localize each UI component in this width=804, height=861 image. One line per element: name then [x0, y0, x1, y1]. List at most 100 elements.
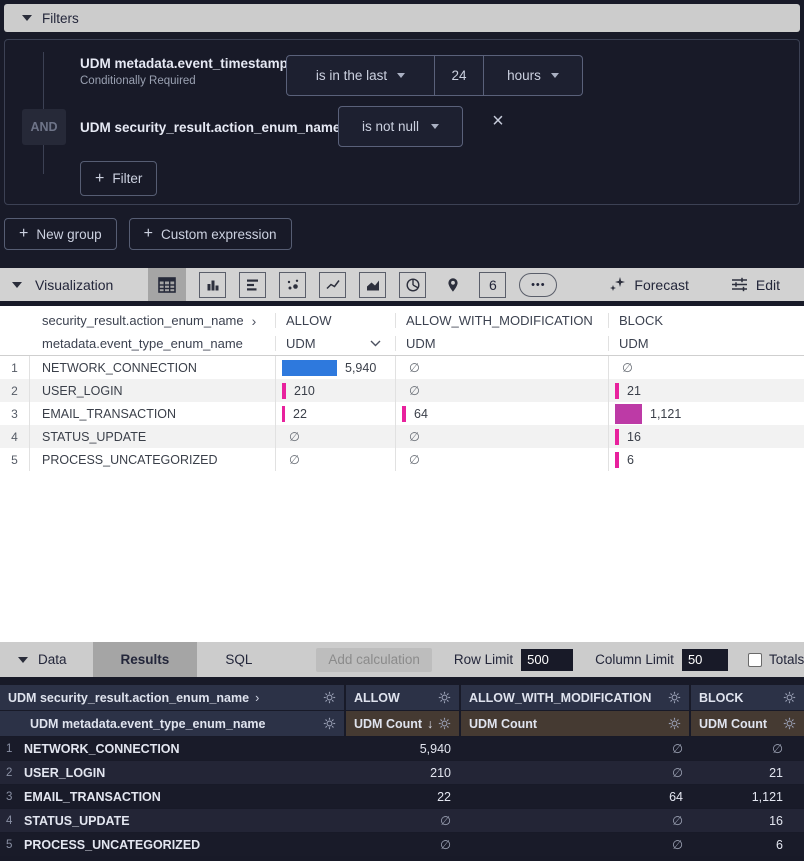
results-pivot-value-allow[interactable]: ALLOW — [346, 685, 459, 710]
column-limit-input[interactable] — [682, 649, 728, 671]
dimension-value[interactable]: EMAIL_TRANSACTION — [22, 790, 344, 804]
value-cell[interactable]: 1,121 — [689, 790, 804, 804]
dimension-value[interactable]: PROCESS_UNCATEGORIZED — [22, 838, 344, 852]
value-cell[interactable]: 16 — [689, 814, 804, 828]
filter-1-operator-dropdown[interactable]: is in the last — [286, 55, 435, 96]
viz-type-pie-chart-icon[interactable] — [399, 272, 426, 298]
null-value-cell[interactable]: ∅ — [395, 425, 608, 448]
gear-icon[interactable] — [783, 717, 796, 730]
viz-pivot-value-allow[interactable]: ALLOW — [275, 313, 395, 328]
filter-2-operator-dropdown[interactable]: is not null — [338, 106, 463, 147]
dimension-value[interactable]: USER_LOGIN — [22, 766, 344, 780]
null-value-cell[interactable]: ∅ — [395, 379, 608, 402]
dimension-value[interactable]: EMAIL_TRANSACTION — [30, 407, 275, 421]
edit-button[interactable]: Edit — [731, 276, 780, 293]
value-cell[interactable]: 64 — [459, 790, 689, 804]
viz-type-area-chart-icon[interactable] — [359, 272, 386, 298]
dimension-value[interactable]: STATUS_UPDATE — [22, 814, 344, 828]
dimension-value[interactable]: PROCESS_UNCATEGORIZED — [30, 453, 275, 467]
chevron-down-icon[interactable] — [370, 340, 381, 347]
null-value-cell[interactable]: ∅ — [689, 741, 804, 756]
value-cell[interactable]: 22 — [275, 402, 395, 425]
results-measure-header-allow[interactable]: UDM Count ↓ — [346, 711, 459, 736]
null-value-cell[interactable]: ∅ — [459, 813, 689, 828]
value-cell[interactable]: 210 — [344, 766, 459, 780]
column-limit-label: Column Limit — [595, 652, 674, 667]
viz-type-bar-chart-icon[interactable] — [239, 272, 266, 298]
chevron-right-icon[interactable]: › — [255, 691, 259, 705]
null-value-cell[interactable]: ∅ — [459, 837, 689, 852]
viz-type-table-icon[interactable] — [148, 268, 186, 301]
gear-icon[interactable] — [668, 691, 681, 704]
value-cell[interactable]: 64 — [395, 402, 608, 425]
viz-pivot-value-block[interactable]: BLOCK — [608, 313, 804, 328]
dimension-value[interactable]: STATUS_UPDATE — [30, 430, 275, 444]
null-value-cell[interactable]: ∅ — [459, 741, 689, 756]
results-pivot-value-awm[interactable]: ALLOW_WITH_MODIFICATION — [461, 685, 689, 710]
value-cell[interactable]: 1,121 — [608, 402, 804, 425]
collapse-caret-icon[interactable] — [12, 282, 22, 288]
row-limit-input[interactable] — [521, 649, 573, 671]
new-group-button[interactable]: + New group — [4, 218, 117, 250]
viz-type-map-pin-icon[interactable] — [439, 272, 466, 298]
value-cell[interactable]: 16 — [608, 425, 804, 448]
dimension-value[interactable]: USER_LOGIN — [30, 384, 275, 398]
value-cell[interactable]: 5,940 — [275, 356, 395, 379]
results-pivot-field-header[interactable]: UDM security_result.action_enum_name › — [0, 685, 344, 710]
filter-1-value-input[interactable]: 24 — [435, 55, 484, 96]
gear-icon[interactable] — [438, 717, 451, 730]
results-pivot-value-block[interactable]: BLOCK — [691, 685, 804, 710]
value-cell[interactable]: 6 — [689, 838, 804, 852]
more-viz-types-icon[interactable]: ••• — [519, 273, 557, 297]
totals-checkbox[interactable] — [748, 653, 762, 667]
custom-expression-button[interactable]: + Custom expression — [129, 218, 292, 250]
tab-results[interactable]: Results — [93, 642, 198, 677]
value-cell[interactable]: 6 — [608, 448, 804, 471]
viz-type-scatter-icon[interactable] — [279, 272, 306, 298]
null-value-cell[interactable]: ∅ — [459, 765, 689, 780]
viz-measure-header-allow[interactable]: UDM — [275, 336, 395, 351]
filters-section-header[interactable]: Filters — [4, 4, 800, 32]
gear-icon[interactable] — [668, 717, 681, 730]
value-cell[interactable]: 210 — [275, 379, 395, 402]
gear-icon[interactable] — [438, 691, 451, 704]
dimension-value[interactable]: NETWORK_CONNECTION — [30, 361, 275, 375]
results-measure-header-block[interactable]: UDM Count — [691, 711, 804, 736]
pivot-value-label: ALLOW — [354, 691, 400, 705]
viz-pivot-field-header[interactable]: security_result.action_enum_name › — [30, 313, 275, 329]
viz-type-single-value-icon[interactable]: 6 — [479, 272, 506, 298]
gear-icon[interactable] — [323, 717, 336, 730]
viz-type-line-chart-icon[interactable] — [319, 272, 346, 298]
tab-sql[interactable]: SQL — [197, 642, 280, 677]
value-cell[interactable]: 21 — [689, 766, 804, 780]
remove-filter-icon[interactable]: × — [487, 110, 509, 132]
null-value-cell[interactable]: ∅ — [344, 813, 459, 828]
value-cell[interactable]: 5,940 — [344, 742, 459, 756]
data-section-header[interactable]: Data — [0, 652, 93, 667]
viz-type-column-chart-icon[interactable] — [199, 272, 226, 298]
results-dimension-field-header[interactable]: UDM metadata.event_type_enum_name — [0, 711, 344, 736]
chevron-right-icon[interactable]: › — [252, 313, 257, 329]
null-value-cell[interactable]: ∅ — [344, 837, 459, 852]
gear-icon[interactable] — [323, 691, 336, 704]
and-conjunction-badge[interactable]: AND — [22, 109, 66, 145]
forecast-button[interactable]: Forecast — [609, 276, 688, 293]
add-calculation-button[interactable]: Add calculation — [316, 648, 432, 672]
add-filter-button[interactable]: + Filter — [80, 161, 157, 196]
null-value-cell[interactable]: ∅ — [275, 448, 395, 471]
results-measure-header-awm[interactable]: UDM Count — [461, 711, 689, 736]
value-cell[interactable]: 22 — [344, 790, 459, 804]
filter-1-unit-dropdown[interactable]: hours — [484, 55, 583, 96]
null-value-cell[interactable]: ∅ — [608, 356, 804, 379]
gear-icon[interactable] — [783, 691, 796, 704]
value-cell[interactable]: 21 — [608, 379, 804, 402]
dimension-value[interactable]: NETWORK_CONNECTION — [22, 742, 344, 756]
viz-measure-header-block[interactable]: UDM — [608, 336, 804, 351]
viz-pivot-value-allow-with-modification[interactable]: ALLOW_WITH_MODIFICATION — [395, 313, 608, 328]
viz-dimension-field-header[interactable]: metadata.event_type_enum_name — [30, 336, 275, 351]
null-value-cell[interactable]: ∅ — [395, 448, 608, 471]
viz-measure-header-awm[interactable]: UDM — [395, 336, 608, 351]
null-value-cell[interactable]: ∅ — [395, 356, 608, 379]
null-value-cell[interactable]: ∅ — [275, 425, 395, 448]
sort-descending-icon[interactable]: ↓ — [427, 717, 433, 731]
